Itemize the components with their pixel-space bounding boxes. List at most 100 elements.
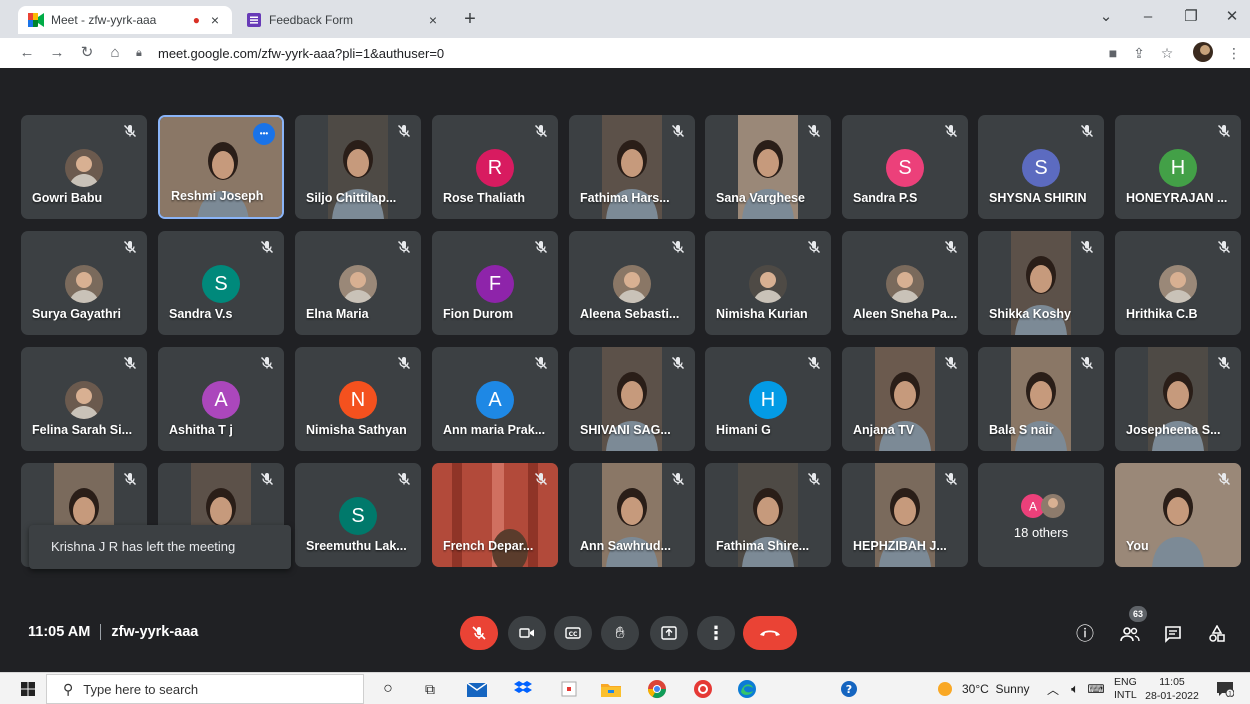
close-window-icon[interactable]: ✕ bbox=[1217, 6, 1247, 30]
windows-taskbar: ⚲ Type here to search ○ ⧉ ? 30°C Sunny ︿… bbox=[0, 672, 1250, 704]
muted-mic-icon bbox=[1079, 239, 1095, 255]
camera-in-use-icon[interactable]: ■ bbox=[1102, 42, 1124, 64]
tab-feedback-form[interactable]: Feedback Form × bbox=[236, 6, 450, 34]
avatar: N bbox=[339, 381, 377, 419]
raise-hand-button[interactable]: ✋︎ bbox=[601, 616, 639, 650]
present-now-button[interactable] bbox=[650, 616, 688, 650]
participant-tile[interactable]: Nimisha Kurian bbox=[705, 231, 831, 335]
dropbox-icon[interactable] bbox=[510, 673, 536, 704]
volume-icon[interactable]: 🔈︎ bbox=[1064, 673, 1086, 704]
participant-tile[interactable]: Aleena Sebasti... bbox=[569, 231, 695, 335]
avatar: S bbox=[202, 265, 240, 303]
cortana-icon[interactable]: ○ bbox=[376, 673, 400, 704]
participant-name: Aleena Sebasti... bbox=[580, 307, 680, 321]
restore-icon[interactable]: ❐ bbox=[1176, 6, 1206, 30]
new-tab-button[interactable]: + bbox=[458, 8, 482, 32]
activities-icon[interactable] bbox=[1204, 622, 1230, 646]
participant-tile[interactable]: A Ashitha T j bbox=[158, 347, 284, 451]
captions-button[interactable]: CC bbox=[554, 616, 592, 650]
participant-tile[interactable]: N Nimisha Sathyan bbox=[295, 347, 421, 451]
notifications-icon[interactable]: 1 bbox=[1212, 673, 1238, 704]
others-tile[interactable]: A 18 others bbox=[978, 463, 1104, 567]
meeting-details[interactable]: 11:05 AM zfw-yyrk-aaa bbox=[28, 624, 198, 640]
participant-tile[interactable]: Siljo Chittilap... bbox=[295, 115, 421, 219]
minimize-icon[interactable]: – bbox=[1133, 6, 1163, 30]
forward-arrow-icon[interactable]: → bbox=[46, 42, 68, 64]
participant-tile[interactable]: S SHYSNA SHIRIN bbox=[978, 115, 1104, 219]
meeting-code: zfw-yyrk-aaa bbox=[111, 624, 199, 640]
participant-tile[interactable]: Bala S nair bbox=[978, 347, 1104, 451]
task-view-icon[interactable]: ⧉ bbox=[418, 673, 442, 704]
back-arrow-icon[interactable]: ← bbox=[16, 42, 38, 64]
language-indicator[interactable]: ENG INTL bbox=[1114, 673, 1137, 704]
participant-tile[interactable]: Elna Maria bbox=[295, 231, 421, 335]
participant-tile[interactable]: Shikka Koshy bbox=[978, 231, 1104, 335]
participant-tile[interactable]: You bbox=[1115, 463, 1241, 567]
camera-button[interactable] bbox=[508, 616, 546, 650]
participant-name: Bala S nair bbox=[989, 423, 1054, 437]
avatar bbox=[749, 265, 787, 303]
participant-tile[interactable]: Ann Sawhrud... bbox=[569, 463, 695, 567]
participant-tile[interactable]: H Himani G bbox=[705, 347, 831, 451]
participant-tile[interactable]: Josepheena S... bbox=[1115, 347, 1241, 451]
chrome-icon[interactable] bbox=[644, 673, 670, 704]
keyboard-icon[interactable]: ⌨︎ bbox=[1086, 673, 1106, 704]
kebab-menu-icon[interactable]: ⋮ bbox=[1223, 42, 1245, 64]
participant-tile[interactable]: Gowri Babu bbox=[21, 115, 147, 219]
participant-tile[interactable]: S Sandra P.S bbox=[842, 115, 968, 219]
participant-tile[interactable]: Felina Sarah Si... bbox=[21, 347, 147, 451]
mail-app-icon[interactable] bbox=[464, 673, 490, 704]
leave-call-button[interactable] bbox=[743, 616, 797, 650]
participant-tile[interactable]: F Fion Durom bbox=[432, 231, 558, 335]
participant-tile[interactable]: A Ann maria Prak... bbox=[432, 347, 558, 451]
windows-start-icon[interactable] bbox=[14, 673, 42, 704]
participant-tile[interactable]: Aleen Sneha Pa... bbox=[842, 231, 968, 335]
share-icon[interactable]: ⇪ bbox=[1128, 42, 1150, 64]
participant-tile[interactable]: Hrithika C.B bbox=[1115, 231, 1241, 335]
participant-tile[interactable]: ••• Reshmi Joseph bbox=[158, 115, 284, 219]
muted-mic-icon bbox=[533, 471, 549, 487]
home-icon[interactable]: ⌂ bbox=[104, 42, 126, 64]
tab-search-icon[interactable]: ⌄ bbox=[1091, 6, 1121, 30]
profile-avatar[interactable] bbox=[1192, 42, 1214, 64]
participant-tile[interactable]: Sana Varghese bbox=[705, 115, 831, 219]
participant-tile[interactable]: R Rose Thaliath bbox=[432, 115, 558, 219]
show-hidden-icons[interactable]: ︿ bbox=[1044, 673, 1062, 704]
tile-options-icon[interactable]: ••• bbox=[253, 123, 275, 145]
muted-mic-icon bbox=[806, 471, 822, 487]
close-tab-icon[interactable]: × bbox=[208, 12, 222, 28]
participant-tile[interactable]: H HONEYRAJAN ... bbox=[1115, 115, 1241, 219]
reload-icon[interactable]: ↻ bbox=[76, 42, 98, 64]
app-icon[interactable] bbox=[556, 673, 582, 704]
participant-tile[interactable]: Anjana TV bbox=[842, 347, 968, 451]
participant-tile[interactable]: S Sreemuthu Lak... bbox=[295, 463, 421, 567]
people-icon[interactable] bbox=[1117, 622, 1143, 646]
muted-mic-icon bbox=[259, 239, 275, 255]
participant-tile[interactable]: French Depar... bbox=[432, 463, 558, 567]
help-icon[interactable]: ? bbox=[836, 673, 862, 704]
tab-meet[interactable]: Meet - zfw-yyrk-aaa ● × bbox=[18, 6, 232, 34]
chat-icon[interactable] bbox=[1160, 622, 1186, 646]
meeting-info-icon[interactable]: ⓘ bbox=[1072, 622, 1098, 646]
participant-tile[interactable]: HEPHZIBAH J... bbox=[842, 463, 968, 567]
participant-tile[interactable]: Fathima Hars... bbox=[569, 115, 695, 219]
bookmark-star-icon[interactable]: ☆ bbox=[1156, 42, 1178, 64]
screen-recorder-icon[interactable] bbox=[690, 673, 716, 704]
muted-mic-icon bbox=[670, 239, 686, 255]
participant-tile[interactable]: SHIVANI SAG... bbox=[569, 347, 695, 451]
taskbar-search-box[interactable]: ⚲ Type here to search bbox=[46, 674, 364, 704]
muted-mic-icon bbox=[122, 123, 138, 139]
taskbar-clock[interactable]: 11:05 28-01-2022 bbox=[1140, 675, 1204, 703]
participant-tile[interactable]: Surya Gayathri bbox=[21, 231, 147, 335]
mic-off-button[interactable] bbox=[460, 616, 498, 650]
address-bar[interactable]: 🔒︎ meet.google.com/zfw-yyrk-aaa?pli=1&au… bbox=[136, 40, 1096, 66]
muted-mic-icon bbox=[1216, 471, 1232, 487]
edge-icon[interactable] bbox=[734, 673, 760, 704]
file-explorer-icon[interactable] bbox=[598, 673, 624, 704]
more-options-button[interactable]: ⋮ bbox=[697, 616, 735, 650]
participant-tile[interactable]: Fathima Shire... bbox=[705, 463, 831, 567]
weather-widget[interactable]: 30°C Sunny bbox=[938, 673, 1030, 704]
participant-tile[interactable]: S Sandra V.s bbox=[158, 231, 284, 335]
muted-mic-icon bbox=[1079, 355, 1095, 371]
close-tab-icon[interactable]: × bbox=[426, 12, 440, 28]
